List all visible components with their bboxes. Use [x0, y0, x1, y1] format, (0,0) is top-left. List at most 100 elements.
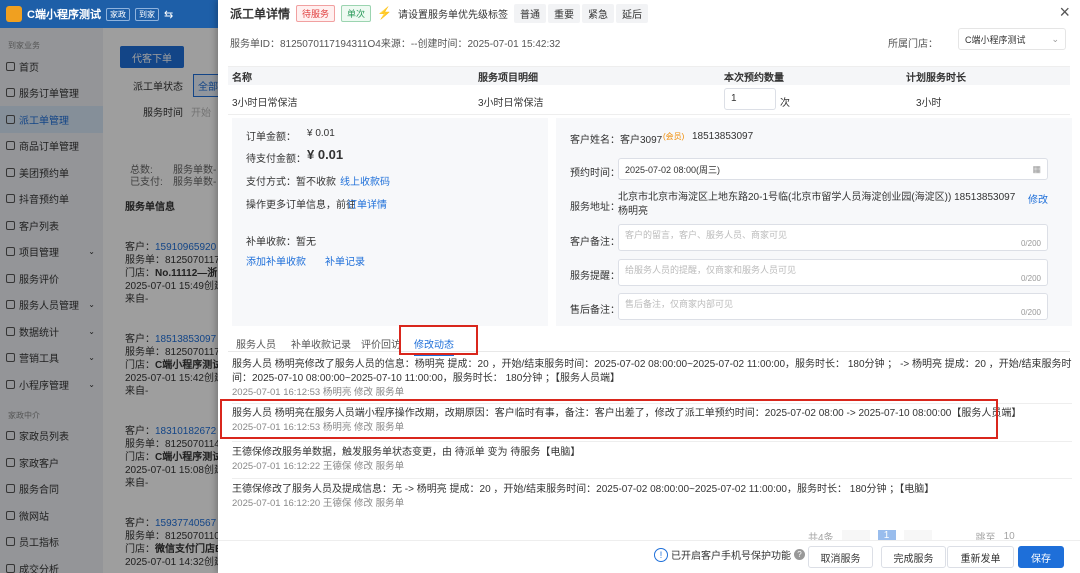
th-name: 名称	[232, 72, 252, 84]
status-filter-label: 派工单状态	[133, 82, 183, 93]
tag-daojia[interactable]: 到家	[134, 7, 159, 21]
qty-input[interactable]: 1	[724, 88, 776, 110]
sidebar-section-zhongjie: 家政中介	[8, 410, 40, 420]
cust-name: 客户3097	[620, 135, 663, 146]
sidebar-item[interactable]: 微网站	[0, 502, 103, 529]
log-meta-1: 2025-07-01 16:12:53 杨明亮 修改 服务单	[232, 387, 405, 398]
dispatch-order-button[interactable]: 代客下单	[120, 46, 184, 68]
priority-tag[interactable]: 紧急	[582, 3, 614, 23]
sidebar-item[interactable]: 客户列表	[0, 212, 103, 239]
menu-icon	[6, 510, 15, 520]
supp-record-link[interactable]: 补单记录	[325, 253, 365, 268]
paid-label: 已支付:	[130, 177, 163, 188]
privacy-text: 已开启客户手机号保护功能	[671, 551, 791, 562]
log-highlight-box	[220, 399, 998, 439]
sidebar-item[interactable]: 首页	[0, 53, 103, 80]
tab-staff[interactable]: 服务人员	[236, 336, 276, 351]
app-logo-icon	[6, 6, 22, 22]
addr-edit-link[interactable]: 修改	[1028, 191, 1048, 206]
reorder-button[interactable]: 重新发单	[947, 546, 1014, 568]
log-entry-4: 王德保修改了服务人员及提成信息：无 -> 杨明亮 提成：20 ，开始/结束服务时…	[232, 483, 1072, 511]
finish-service-button[interactable]: 完成服务	[881, 546, 946, 568]
menu-icon	[6, 537, 15, 547]
menu-icon	[6, 484, 15, 494]
sidebar-item[interactable]: 成交分析	[0, 555, 103, 573]
td-name: 3小时日常保洁	[232, 98, 298, 109]
sidebar-item[interactable]: 美团预约单	[0, 159, 103, 186]
appointment-time-input[interactable]: 2025-07-02 08:00(周三) ▦	[618, 158, 1048, 180]
sidebar-item-label: 家政客户	[19, 458, 59, 470]
menu-icon	[6, 379, 15, 389]
sidebar-item[interactable]: 商品订单管理	[0, 133, 103, 160]
note-count: 0/200	[1020, 239, 1041, 248]
sidebar-item[interactable]: 服务合同	[0, 476, 103, 503]
priority-tag[interactable]: 普通	[514, 3, 546, 23]
th-duration: 计划服务时长	[906, 72, 966, 84]
chevron-down-icon: ⌄	[88, 247, 95, 257]
dispatch-detail-drawer: 派工单详情 待服务 单次 ⚡ 请设置服务单优先级标签 普通 重要 紧急 延后 × 服务…	[218, 0, 1080, 573]
sidebar-item[interactable]: 服务评价	[0, 265, 103, 292]
menu-icon	[6, 61, 15, 71]
sidebar-item[interactable]: 派工单管理	[0, 106, 103, 133]
note-placeholder: 客户的留言，客户、服务人员、商家可见	[625, 230, 788, 240]
sidebar-item-label: 小程序管理	[19, 380, 69, 392]
time-filter-input[interactable]: 开始	[191, 104, 211, 119]
sidebar-item[interactable]: 家政客户	[0, 449, 103, 476]
qty-unit: 次	[780, 98, 790, 109]
store-label: 所属门店：	[888, 39, 938, 50]
chevron-down-icon: ⌄	[1051, 33, 1059, 44]
menu-icon	[6, 247, 15, 257]
sidebar-item[interactable]: 小程序管理 ⌄	[0, 371, 103, 398]
service-reminder-input[interactable]: 给服务人员的提醒，仅商家和服务人员可见 0/200	[618, 259, 1048, 286]
menu-icon	[6, 457, 15, 467]
sidebar-item[interactable]: 营销工具 ⌄	[0, 345, 103, 372]
tab-supp-records[interactable]: 补单收款记录	[291, 336, 351, 351]
sidebar-item[interactable]: 服务人员管理 ⌄	[0, 292, 103, 319]
service-table: 名称 服务项目明细 本次预约数量 计划服务时长 3小时日常保洁 3小时日常保洁 …	[228, 66, 1070, 116]
sidebar-item[interactable]: 服务订单管理	[0, 80, 103, 107]
tab-review[interactable]: 评价回访	[361, 336, 401, 351]
th-detail: 服务项目明细	[478, 72, 538, 84]
sidebar-item[interactable]: 数据统计 ⌄	[0, 318, 103, 345]
appointment-time-value: 2025-07-02 08:00(周三)	[625, 164, 721, 175]
table-header: 名称 服务项目明细 本次预约数量 计划服务时长	[228, 67, 1070, 85]
customer-note-input[interactable]: 客户的留言，客户、服务人员、商家可见 0/200	[618, 224, 1048, 251]
sidebar-item-label: 服务订单管理	[19, 89, 79, 101]
sidebar-item[interactable]: 员工指标	[0, 529, 103, 556]
tab-highlight-box	[399, 325, 478, 355]
sidebar-item-label: 派工单管理	[19, 115, 69, 127]
help-icon[interactable]: ?	[794, 549, 805, 560]
tag-jiazheng[interactable]: 家政	[105, 7, 130, 21]
menu-icon	[6, 300, 15, 310]
log-meta-3: 2025-07-01 16:12:22 王德保 修改 服务单	[232, 461, 405, 472]
background-main: 代客下单 派工单状态 全部 服务时间 开始 总数: 已支付: 服务单数- 服务单…	[103, 28, 223, 573]
collect-qr-link[interactable]: 线上收款码	[340, 173, 390, 188]
store-select[interactable]: C端小程序测试 ⌄	[958, 28, 1066, 50]
addr-value: 北京市北京市海淀区上地东路20-1号临(北京市留学人员海淀创业园(海淀区)) 1…	[618, 192, 1016, 217]
sidebar-item[interactable]: 家政员列表	[0, 423, 103, 450]
menu-icon	[6, 220, 15, 230]
td-duration: 3小时	[916, 98, 942, 109]
order-amount-label: 订单金额：	[246, 132, 296, 143]
bg-card-line: 来自-	[125, 382, 148, 397]
close-icon[interactable]: ×	[1059, 2, 1070, 23]
svc-count-2: 服务单数-	[173, 177, 217, 188]
note-label: 客户备注：	[570, 237, 620, 248]
sidebar-item[interactable]: 项目管理 ⌄	[0, 239, 103, 266]
order-detail-link[interactable]: 订单详情	[347, 196, 387, 211]
save-button[interactable]: 保存	[1018, 546, 1064, 568]
sidebar-item-label: 服务评价	[19, 274, 59, 286]
drawer-title: 派工单详情	[230, 6, 291, 21]
addr-label: 服务地址：	[570, 202, 620, 213]
menu-icon	[6, 563, 15, 573]
sidebar-item[interactable]: 抖音预约单	[0, 186, 103, 213]
add-supp-link[interactable]: 添加补单收款	[246, 253, 306, 268]
cancel-service-button[interactable]: 取消服务	[808, 546, 873, 568]
priority-tag[interactable]: 重要	[548, 3, 580, 23]
after-sale-note-input[interactable]: 售后备注，仅商家内部可见 0/200	[618, 293, 1048, 320]
switch-icon[interactable]: ⇆	[164, 8, 173, 21]
menu-icon	[6, 273, 15, 283]
app-title: C端小程序测试	[27, 9, 101, 21]
sidebar-item-label: 美团预约单	[19, 168, 69, 180]
priority-tag[interactable]: 延后	[616, 3, 648, 23]
